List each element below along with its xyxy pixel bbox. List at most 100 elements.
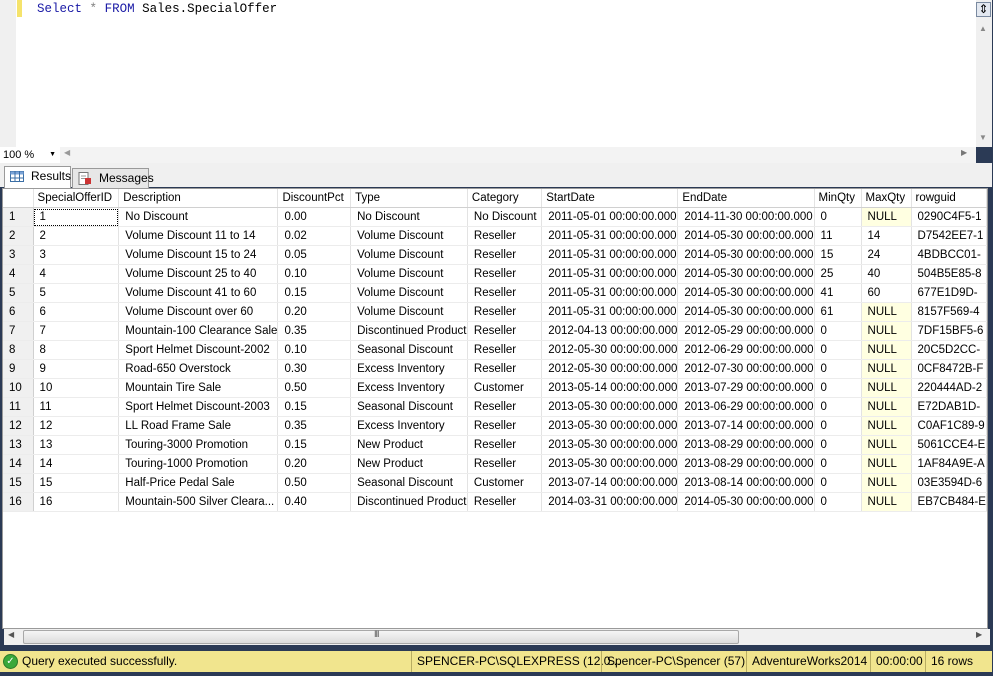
cell-maxqty[interactable]: NULL bbox=[861, 492, 912, 512]
cell-type[interactable]: Seasonal Discount bbox=[350, 340, 468, 360]
cell-maxqty[interactable]: NULL bbox=[861, 302, 912, 322]
cell-description[interactable]: Touring-3000 Promotion bbox=[118, 435, 279, 455]
cell-enddate[interactable]: 2013-07-29 00:00:00.000 bbox=[677, 378, 815, 398]
cell-enddate[interactable]: 2012-06-29 00:00:00.000 bbox=[677, 340, 815, 360]
cell-minqty[interactable]: 0 bbox=[814, 416, 862, 436]
cell-startdate[interactable]: 2013-05-30 00:00:00.000 bbox=[541, 416, 679, 436]
cell-enddate[interactable]: 2014-05-30 00:00:00.000 bbox=[677, 226, 815, 246]
cell-specialofferid[interactable]: 1 bbox=[33, 207, 120, 227]
column-header[interactable]: Type bbox=[350, 189, 468, 208]
editor-horizontal-scrollbar[interactable] bbox=[0, 147, 976, 163]
cell-discountpct[interactable]: 0.50 bbox=[277, 473, 352, 493]
table-row[interactable]: 7 7 Mountain-100 Clearance Sale 0.35 Discont… bbox=[3, 321, 987, 341]
cell-startdate[interactable]: 2013-05-30 00:00:00.000 bbox=[541, 397, 679, 417]
cell-rowguid[interactable]: 8157F569-4 bbox=[911, 302, 987, 322]
cell-discountpct[interactable]: 0.00 bbox=[277, 207, 352, 227]
cell-description[interactable]: Volume Discount 25 to 40 bbox=[118, 264, 279, 284]
cell-maxqty[interactable]: NULL bbox=[861, 359, 912, 379]
column-header[interactable]: SpecialOfferID bbox=[33, 189, 120, 208]
table-row[interactable]: 1 1 No Discount 0.00 No Discount No Discount 2… bbox=[3, 207, 987, 227]
table-row[interactable]: 3 3 Volume Discount 15 to 24 0.05 Volume Dis… bbox=[3, 245, 987, 265]
cell-startdate[interactable]: 2011-05-31 00:00:00.000 bbox=[541, 264, 679, 284]
cell-type[interactable]: Volume Discount bbox=[350, 302, 468, 322]
cell-category[interactable]: No Discount bbox=[467, 207, 543, 227]
cell-enddate[interactable]: 2013-06-29 00:00:00.000 bbox=[677, 397, 815, 417]
cell-specialofferid[interactable]: 3 bbox=[33, 245, 120, 265]
cell-category[interactable]: Reseller bbox=[467, 340, 543, 360]
cell-rowguid[interactable]: 0CF8472B-F bbox=[911, 359, 987, 379]
cell-discountpct[interactable]: 0.15 bbox=[277, 283, 352, 303]
cell-description[interactable]: Mountain-500 Silver Cleara... bbox=[118, 492, 279, 512]
table-row[interactable]: 16 16 Mountain-500 Silver Cleara... 0.40 Dis… bbox=[3, 492, 987, 512]
cell-startdate[interactable]: 2012-05-30 00:00:00.000 bbox=[541, 340, 679, 360]
cell-minqty[interactable]: 0 bbox=[814, 454, 862, 474]
cell-maxqty[interactable]: 40 bbox=[861, 264, 912, 284]
cell-specialofferid[interactable]: 12 bbox=[33, 416, 120, 436]
row-number[interactable]: 15 bbox=[3, 473, 34, 493]
column-header[interactable]: EndDate bbox=[677, 189, 815, 208]
cell-maxqty[interactable]: NULL bbox=[861, 416, 912, 436]
cell-discountpct[interactable]: 0.30 bbox=[277, 359, 352, 379]
row-number[interactable]: 14 bbox=[3, 454, 34, 474]
cell-rowguid[interactable]: 504B5E85-8 bbox=[911, 264, 987, 284]
cell-discountpct[interactable]: 0.05 bbox=[277, 245, 352, 265]
cell-type[interactable]: Discontinued Product bbox=[350, 321, 468, 341]
cell-minqty[interactable]: 11 bbox=[814, 226, 862, 246]
scrollbar-thumb[interactable]: III bbox=[23, 629, 739, 644]
cell-enddate[interactable]: 2014-05-30 00:00:00.000 bbox=[677, 283, 815, 303]
scroll-right-icon[interactable]: ▶ bbox=[961, 148, 967, 157]
cell-category[interactable]: Customer bbox=[467, 378, 543, 398]
cell-category[interactable]: Reseller bbox=[467, 416, 543, 436]
cell-type[interactable]: Volume Discount bbox=[350, 283, 468, 303]
scroll-left-icon[interactable]: ◀ bbox=[64, 148, 70, 157]
cell-startdate[interactable]: 2011-05-31 00:00:00.000 bbox=[541, 245, 679, 265]
cell-type[interactable]: Seasonal Discount bbox=[350, 397, 468, 417]
cell-maxqty[interactable]: NULL bbox=[861, 321, 912, 341]
cell-discountpct[interactable]: 0.10 bbox=[277, 264, 352, 284]
cell-specialofferid[interactable]: 11 bbox=[33, 397, 120, 417]
cell-category[interactable]: Reseller bbox=[467, 264, 543, 284]
cell-minqty[interactable]: 61 bbox=[814, 302, 862, 322]
cell-description[interactable]: No Discount bbox=[118, 207, 279, 227]
table-row[interactable]: 11 11 Sport Helmet Discount-2003 0.15 Season… bbox=[3, 397, 987, 417]
cell-startdate[interactable]: 2012-05-30 00:00:00.000 bbox=[541, 359, 679, 379]
cell-maxqty[interactable]: NULL bbox=[861, 378, 912, 398]
row-number[interactable]: 1 bbox=[3, 207, 34, 227]
cell-rowguid[interactable]: C0AF1C89-9 bbox=[911, 416, 987, 436]
cell-minqty[interactable]: 0 bbox=[814, 435, 862, 455]
table-row[interactable]: 10 10 Mountain Tire Sale 0.50 Excess Invento… bbox=[3, 378, 987, 398]
cell-type[interactable]: Volume Discount bbox=[350, 245, 468, 265]
cell-specialofferid[interactable]: 16 bbox=[33, 492, 120, 512]
cell-specialofferid[interactable]: 10 bbox=[33, 378, 120, 398]
table-row[interactable]: 5 5 Volume Discount 41 to 60 0.15 Volume Dis… bbox=[3, 283, 987, 303]
column-header[interactable]: StartDate bbox=[541, 189, 679, 208]
row-number[interactable]: 8 bbox=[3, 340, 34, 360]
scroll-down-icon[interactable]: ▼ bbox=[979, 133, 987, 142]
cell-minqty[interactable]: 0 bbox=[814, 207, 862, 227]
cell-maxqty[interactable]: NULL bbox=[861, 397, 912, 417]
column-header[interactable]: MaxQty bbox=[861, 189, 912, 208]
cell-minqty[interactable]: 0 bbox=[814, 378, 862, 398]
cell-minqty[interactable]: 0 bbox=[814, 359, 862, 379]
cell-maxqty[interactable]: 14 bbox=[861, 226, 912, 246]
cell-discountpct[interactable]: 0.02 bbox=[277, 226, 352, 246]
query-editor[interactable]: Select * FROM Sales.SpecialOffer bbox=[0, 0, 976, 147]
cell-enddate[interactable]: 2012-05-29 00:00:00.000 bbox=[677, 321, 815, 341]
cell-discountpct[interactable]: 0.15 bbox=[277, 397, 352, 417]
cell-type[interactable]: Seasonal Discount bbox=[350, 473, 468, 493]
cell-minqty[interactable]: 0 bbox=[814, 321, 862, 341]
cell-startdate[interactable]: 2011-05-31 00:00:00.000 bbox=[541, 226, 679, 246]
cell-maxqty[interactable]: 60 bbox=[861, 283, 912, 303]
cell-enddate[interactable]: 2013-08-29 00:00:00.000 bbox=[677, 435, 815, 455]
cell-enddate[interactable]: 2013-08-29 00:00:00.000 bbox=[677, 454, 815, 474]
sql-text[interactable]: Select * FROM Sales.SpecialOffer bbox=[37, 2, 277, 16]
row-number[interactable]: 16 bbox=[3, 492, 34, 512]
cell-rowguid[interactable]: 4BDBCC01- bbox=[911, 245, 987, 265]
table-row[interactable]: 15 15 Half-Price Pedal Sale 0.50 Seasonal Di… bbox=[3, 473, 987, 493]
cell-discountpct[interactable]: 0.35 bbox=[277, 321, 352, 341]
cell-startdate[interactable]: 2013-05-30 00:00:00.000 bbox=[541, 435, 679, 455]
row-number[interactable]: 10 bbox=[3, 378, 34, 398]
cell-minqty[interactable]: 15 bbox=[814, 245, 862, 265]
cell-startdate[interactable]: 2011-05-31 00:00:00.000 bbox=[541, 283, 679, 303]
cell-type[interactable]: New Product bbox=[350, 454, 468, 474]
